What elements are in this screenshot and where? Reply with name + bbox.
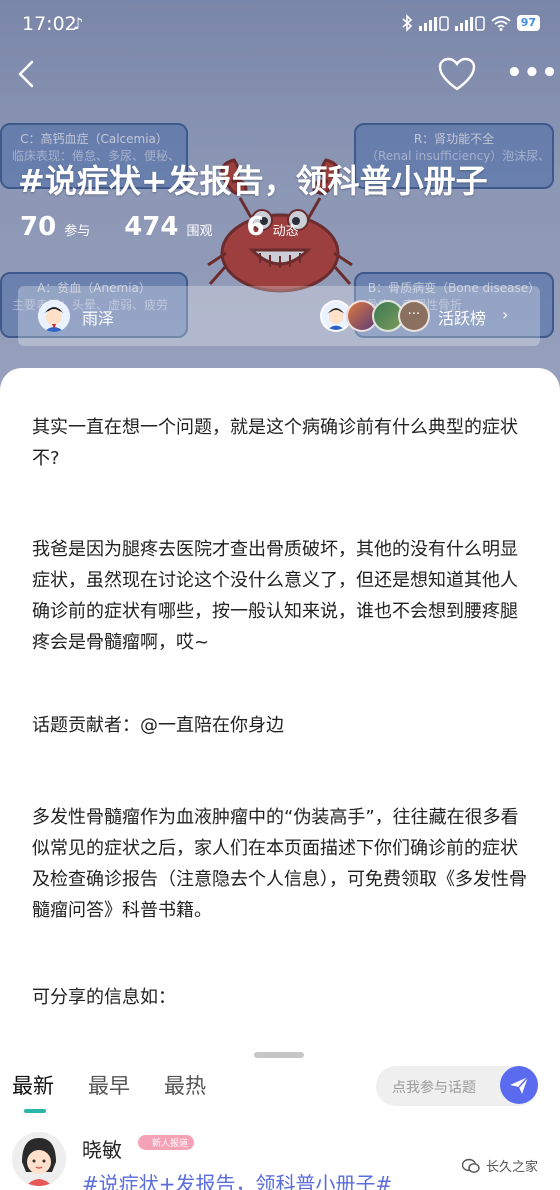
sort-tabs: 最新 最早 最热 xyxy=(12,1070,206,1100)
contributor-line: 话题贡献者：@一直陪在你身边 xyxy=(32,715,284,736)
topic-title: #说症状+发报告，领科普小册子 xyxy=(18,162,488,200)
wifi-icon xyxy=(491,16,511,31)
join-topic-placeholder[interactable]: 点我参与话题 xyxy=(392,1077,476,1097)
more-users-dots: ··· xyxy=(407,307,421,322)
battery-icon: 97 xyxy=(516,15,540,31)
posts-count: 6 xyxy=(246,212,265,242)
tab-latest[interactable]: 最新 xyxy=(12,1070,54,1100)
drag-handle[interactable] xyxy=(254,1052,304,1058)
participants-count: 70 xyxy=(20,212,57,242)
wechat-icon xyxy=(462,1158,480,1173)
more-users-avatar[interactable]: ··· xyxy=(398,300,430,332)
active-rank-link[interactable]: 活跃榜 xyxy=(438,305,486,329)
boy-avatar-icon xyxy=(38,300,70,332)
bluetooth-icon xyxy=(402,14,412,32)
host-avatar[interactable] xyxy=(38,300,70,332)
girl-avatar-icon xyxy=(12,1132,66,1186)
content-paragraph: 其实一直在想一个问题，就是这个病确诊前有什么典型的症状不? xyxy=(32,417,518,469)
chevron-right-icon[interactable]: › xyxy=(502,305,508,324)
signal-icon xyxy=(454,16,485,31)
post-topic-tag[interactable]: #说症状+发报告，领科普小册子# xyxy=(82,1168,392,1190)
host-name[interactable]: 雨泽 xyxy=(82,305,114,329)
status-time: 17:02 xyxy=(22,13,77,35)
host-bar: 雨泽 ··· 活跃榜 › xyxy=(18,286,540,346)
active-tab-indicator xyxy=(24,1109,46,1113)
participants-label: 参与 xyxy=(64,224,91,239)
watermark: 长久之家 xyxy=(458,1154,543,1177)
topic-stats: 70 参与 474 围观 6 动态 xyxy=(20,212,333,242)
post-author-name[interactable]: 晓敏 xyxy=(82,1134,122,1163)
content-paragraph: 多发性骨髓瘤作为血液肿瘤中的“伪装高手”，往往藏在很多看似常见的症状之后，家人们… xyxy=(32,807,527,921)
more-icon[interactable]: ••• xyxy=(506,58,558,92)
signal-icon xyxy=(418,16,449,31)
tab-earliest[interactable]: 最早 xyxy=(88,1070,130,1100)
views-count: 474 xyxy=(124,212,179,242)
tiktok-icon: ♪ xyxy=(73,14,84,33)
watermark-text: 长久之家 xyxy=(486,1160,539,1175)
topic-content-card: 其实一直在想一个问题，就是这个病确诊前有什么典型的症状不? 我爸是因为腿疼去医院… xyxy=(0,368,560,1190)
content-paragraph: 可分享的信息如： xyxy=(32,987,176,1008)
views-label: 围观 xyxy=(186,224,213,239)
back-icon[interactable] xyxy=(8,54,48,94)
content-paragraph: 我爸是因为腿疼去医院才查出骨质破坏，其他的没有什么明显症状，虽然现在讨论这个没什… xyxy=(32,539,518,653)
paper-plane-icon xyxy=(510,1076,529,1094)
newcomer-badge: 新人报道 xyxy=(138,1135,195,1150)
status-icons: 97 xyxy=(401,14,540,32)
posts-label: 动态 xyxy=(272,224,299,239)
status-bar: 17:02 ♪ 97 xyxy=(0,0,560,50)
post-author-avatar[interactable] xyxy=(12,1132,66,1186)
heart-icon[interactable] xyxy=(437,56,477,94)
tab-hottest[interactable]: 最热 xyxy=(164,1070,206,1100)
send-button[interactable] xyxy=(500,1066,538,1104)
